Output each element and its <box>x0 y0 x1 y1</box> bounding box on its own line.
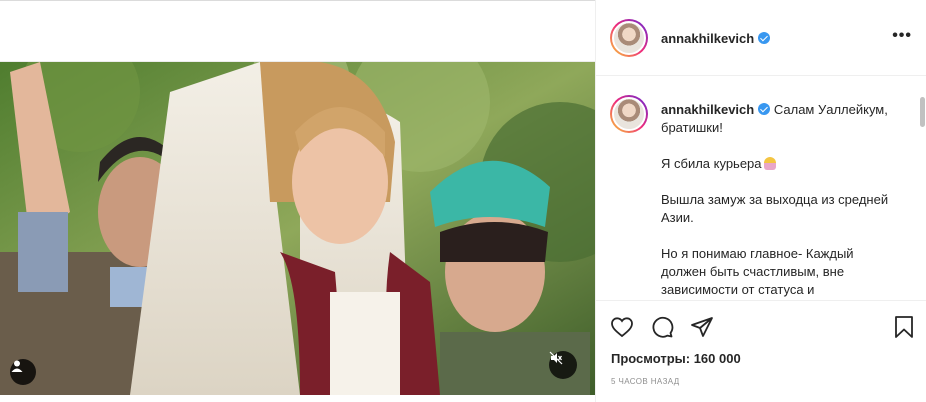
media-bottom-bar <box>0 395 595 402</box>
media-top-bar <box>0 0 595 62</box>
share-button[interactable] <box>690 315 714 344</box>
woman-blonde-emoji-icon <box>763 157 776 170</box>
heart-icon <box>611 317 633 338</box>
caption-username[interactable]: annakhilkevich <box>661 102 754 117</box>
avatar-image <box>612 21 646 55</box>
views-count[interactable]: Просмотры: 160 000 <box>611 351 741 366</box>
caption-line-3: Вышла замуж за выходца из средней Азии. <box>661 192 889 225</box>
verified-badge-icon <box>758 32 771 44</box>
more-options-button[interactable]: ••• <box>892 27 912 45</box>
instagram-post: annakhilkevich ••• annakhilkevich Салам … <box>0 0 926 402</box>
caption-author-avatar[interactable] <box>610 95 648 133</box>
caption-line-4: Но я понимаю главное- Каждый должен быть… <box>661 246 854 297</box>
author-username-text: annakhilkevich <box>661 31 755 46</box>
video-frame <box>0 62 595 395</box>
comment-button[interactable] <box>650 315 674 344</box>
tag-user-button[interactable] <box>10 359 36 385</box>
user-tag-icon <box>11 360 23 372</box>
author-username[interactable]: annakhilkevich <box>661 31 771 46</box>
like-button[interactable] <box>610 315 634 344</box>
post-header: annakhilkevich ••• <box>596 0 926 76</box>
author-avatar[interactable] <box>610 19 648 57</box>
post-timestamp[interactable]: 5 часов назад <box>611 377 680 386</box>
verified-badge-icon <box>758 103 771 115</box>
avatar-image <box>612 97 646 131</box>
comment-icon <box>652 316 674 338</box>
post-sidebar: annakhilkevich ••• annakhilkevich Салам … <box>595 0 926 402</box>
comments-section[interactable]: annakhilkevich Салам Уаллейкум, братишки… <box>596 77 926 300</box>
post-actions: Просмотры: 160 000 5 часов назад <box>596 300 926 402</box>
post-video[interactable] <box>0 62 595 395</box>
save-button[interactable] <box>892 315 916 344</box>
muted-speaker-icon <box>549 351 563 365</box>
mute-button[interactable] <box>549 351 577 379</box>
comments-scrollbar[interactable] <box>920 97 925 127</box>
bookmark-icon <box>895 316 913 338</box>
caption-line-2: Я сбила курьера <box>661 156 762 171</box>
post-caption: annakhilkevich Салам Уаллейкум, братишки… <box>661 101 901 300</box>
paper-plane-icon <box>691 317 713 337</box>
